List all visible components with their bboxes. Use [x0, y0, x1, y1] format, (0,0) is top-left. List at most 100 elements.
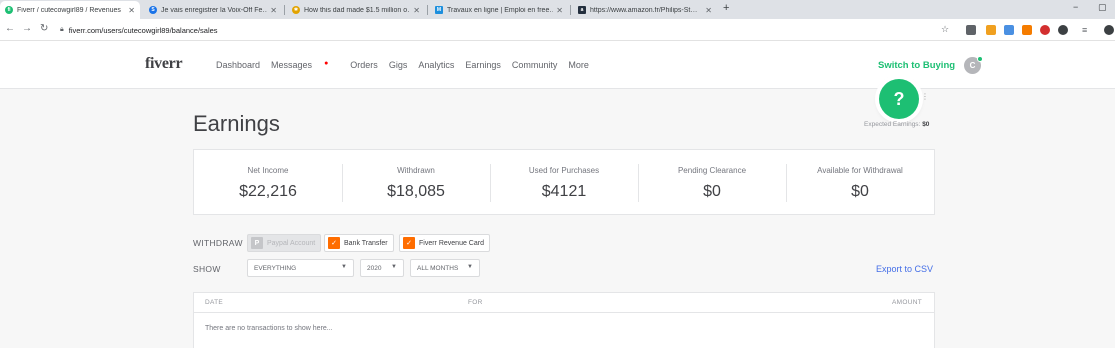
show-label: SHOW [193, 264, 221, 274]
stat-net-income: Net Income $22,216 [194, 150, 342, 214]
tab-title: Je vais enregistrer la Voix-Off Fe… [161, 6, 268, 14]
close-tab-icon[interactable]: ✕ [705, 6, 712, 15]
amazon-favicon-icon: a [578, 6, 586, 14]
url-text: fiverr.com/users/cutecowgirl89/balance/s… [68, 25, 218, 35]
tab-title: How this dad made $1.5 million o… [304, 6, 411, 14]
tab-title: Travaux en ligne | Emploi en free… [447, 6, 554, 14]
revenue-card-icon: ✓ [403, 237, 415, 249]
nbc-peacock-icon: ✱ [292, 6, 300, 14]
earnings-summary-card: Net Income $22,216 Withdrawn $18,085 Use… [193, 149, 935, 215]
chevron-down-icon: ▼ [391, 264, 397, 270]
table-header: DATE FOR AMOUNT [194, 293, 934, 313]
minimize-icon[interactable]: − [1073, 2, 1078, 12]
type-filter-select[interactable]: EVERYTHING ▼ [247, 259, 354, 277]
close-tab-icon[interactable]: ✕ [128, 6, 135, 15]
tab-separator [427, 5, 428, 15]
extension-icon[interactable] [1004, 25, 1014, 35]
address-bar[interactable]: 🔒︎ fiverr.com/users/cutecowgirl89/balanc… [60, 22, 953, 38]
expected-earnings-value: $0 [922, 121, 930, 128]
nav-messages-label: Messages [271, 60, 313, 70]
back-icon[interactable]: ← [5, 23, 15, 34]
nav-messages[interactable]: Messages ● [271, 60, 339, 70]
stat-used-for-purchases: Used for Purchases $4121 [490, 150, 638, 214]
unread-dot-icon: ● [324, 60, 329, 67]
lock-icon: 🔒︎ [60, 26, 64, 33]
paypal-account-button[interactable]: P Paypal Account [247, 234, 322, 252]
bank-transfer-icon: ✓ [328, 237, 340, 249]
expected-earnings-label: Expected Earnings: [864, 121, 921, 128]
extension-icon[interactable] [986, 25, 996, 35]
browser-tab[interactable]: a https://www.amazon.fr/Philips-St… ✕ [573, 1, 717, 19]
stat-label: Withdrawn [397, 166, 435, 175]
tab-separator [570, 5, 571, 15]
stat-label: Used for Purchases [528, 166, 600, 175]
export-to-csv-link[interactable]: Export to CSV [876, 264, 933, 274]
empty-state-message: There are no transactions to show here..… [205, 325, 333, 332]
browser-tab-active[interactable]: fi Fiverr / cutecowgirl89 / Revenues ✕ [0, 1, 140, 19]
stat-value: $4121 [541, 183, 587, 200]
year-filter-value: 2020 [367, 264, 382, 272]
nav-gigs[interactable]: Gigs [389, 60, 408, 70]
reload-icon[interactable]: ↻ [40, 23, 48, 34]
fiverr-favicon-icon: fi [5, 6, 13, 14]
page-title: Earnings [193, 111, 280, 136]
extension-icon[interactable] [1022, 25, 1032, 35]
stat-label: Available for Withdrawal [817, 166, 903, 175]
bank-transfer-label: Bank Transfer [344, 239, 388, 247]
bank-transfer-button[interactable]: ✓ Bank Transfer [324, 234, 394, 252]
stat-value: $0 [851, 183, 869, 200]
help-button[interactable]: ? [879, 79, 919, 119]
nav-dashboard[interactable]: Dashboard [216, 60, 260, 70]
column-date: DATE [205, 299, 224, 306]
extension-icon[interactable] [966, 25, 976, 35]
withdraw-label: WITHDRAW [193, 238, 243, 248]
fiverr-logo[interactable]: fiverr [145, 55, 183, 73]
reading-list-icon[interactable]: ≡ [1082, 25, 1092, 35]
type-filter-value: EVERYTHING [254, 264, 297, 272]
nav-orders[interactable]: Orders [350, 60, 378, 70]
extension-icon[interactable] [1058, 25, 1068, 35]
column-for: FOR [468, 299, 483, 306]
switch-to-buying-link[interactable]: Switch to Buying [878, 60, 955, 71]
malt-favicon-icon: M [435, 6, 443, 14]
bookmark-star-icon[interactable]: ☆ [941, 24, 949, 35]
month-filter-value: ALL MONTHS [417, 264, 459, 272]
fiverr-revenue-card-button[interactable]: ✓ Fiverr Revenue Card [399, 234, 490, 252]
site-header: fiverr Dashboard Messages ● Orders Gigs A… [0, 41, 1115, 89]
browser-tab[interactable]: ✱ How this dad made $1.5 million o… ✕ [287, 1, 425, 19]
nav-analytics[interactable]: Analytics [418, 60, 454, 70]
new-tab-icon[interactable]: + [723, 2, 729, 14]
stat-value: $0 [703, 183, 721, 200]
expected-earnings: Expected Earnings: $0 [864, 121, 929, 128]
stat-label: Net Income [247, 166, 289, 175]
main-nav: Dashboard Messages ● Orders Gigs Analytic… [216, 60, 600, 70]
browser-tab-strip: fi Fiverr / cutecowgirl89 / Revenues ✕ S… [0, 0, 1115, 19]
stat-label: Pending Clearance [677, 166, 747, 175]
close-tab-icon[interactable]: ✕ [413, 6, 420, 15]
extension-icon[interactable] [1040, 25, 1050, 35]
fiverr-favicon-icon: S [149, 6, 157, 14]
browser-tab[interactable]: S Je vais enregistrer la Voix-Off Fe… ✕ [144, 1, 282, 19]
forward-icon[interactable]: → [22, 23, 32, 34]
nav-more[interactable]: More [568, 60, 589, 70]
year-filter-select[interactable]: 2020 ▼ [360, 259, 404, 277]
chevron-down-icon: ▼ [467, 264, 473, 270]
browser-toolbar: ← → ↻ 🔒︎ fiverr.com/users/cutecowgirl89/… [0, 19, 1115, 41]
paypal-account-label: Paypal Account [267, 239, 316, 247]
stat-pending-clearance: Pending Clearance $0 [638, 150, 786, 214]
profile-avatar-icon[interactable] [1104, 25, 1114, 35]
tab-title: Fiverr / cutecowgirl89 / Revenues [17, 6, 121, 14]
month-filter-select[interactable]: ALL MONTHS ▼ [410, 259, 480, 277]
question-icon: ? [893, 88, 905, 109]
close-tab-icon[interactable]: ✕ [270, 6, 277, 15]
browser-tab[interactable]: M Travaux en ligne | Emploi en free… ✕ [430, 1, 568, 19]
restore-icon[interactable]: ▢ [1098, 2, 1107, 13]
nav-community[interactable]: Community [512, 60, 558, 70]
stat-value: $22,216 [239, 183, 297, 200]
nav-earnings[interactable]: Earnings [465, 60, 501, 70]
kebab-menu-icon[interactable]: ⋮ [921, 92, 929, 101]
stat-value: $18,085 [387, 183, 445, 200]
close-tab-icon[interactable]: ✕ [556, 6, 563, 15]
chevron-down-icon: ▼ [341, 264, 347, 270]
online-status-dot [977, 56, 983, 62]
